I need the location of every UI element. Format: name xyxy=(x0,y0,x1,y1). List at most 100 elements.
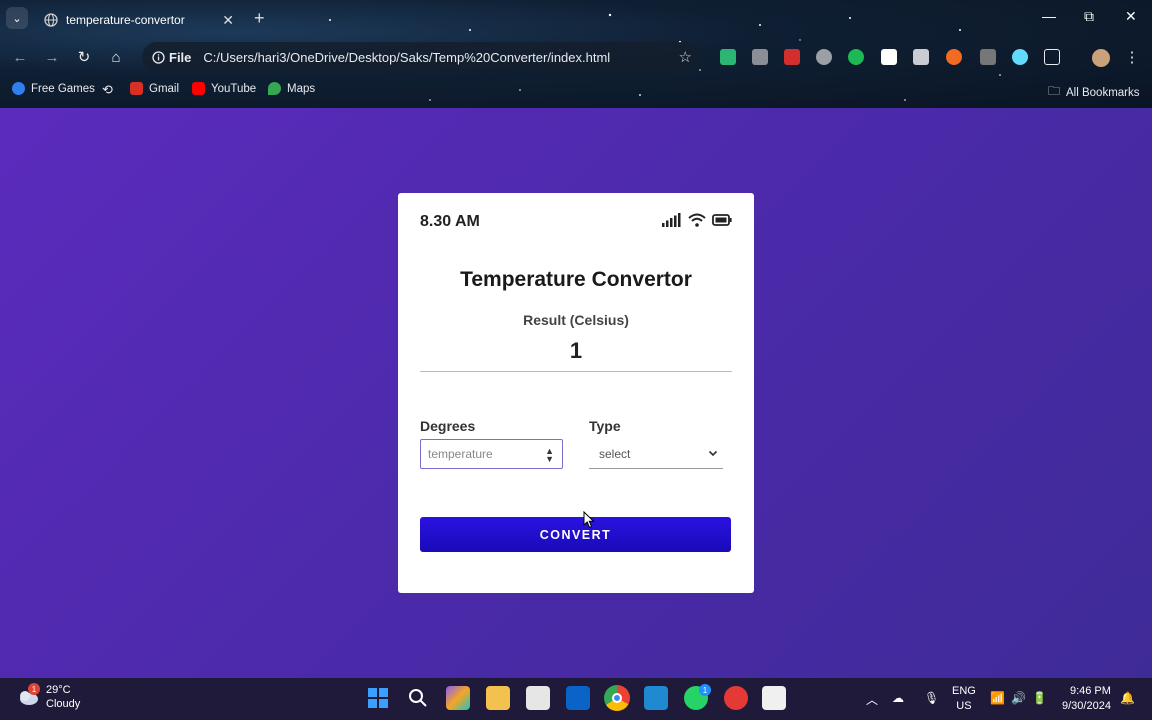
chrome-taskbar-icon[interactable] xyxy=(604,685,630,711)
history-icon[interactable]: ⟲ xyxy=(102,82,113,98)
minimize-button[interactable]: — xyxy=(1042,8,1056,24)
signal-icon xyxy=(662,213,681,227)
notification-bell-icon[interactable]: 🔔 xyxy=(1120,691,1135,705)
language-indicator[interactable]: ENG US xyxy=(952,684,976,714)
bookmark-label: Maps xyxy=(287,82,316,95)
home-button[interactable]: ⌂ xyxy=(106,47,126,67)
gmail-icon xyxy=(130,82,143,95)
lang-code: ENG xyxy=(952,685,976,697)
number-spinner-icon[interactable]: ▲ ▼ xyxy=(545,447,554,464)
planet-extension-icon[interactable] xyxy=(848,49,864,65)
bookmark-label: Gmail xyxy=(149,82,180,95)
reload-button[interactable]: ↻ xyxy=(74,47,94,67)
folder-icon: 🗀 xyxy=(1048,84,1061,98)
windows-taskbar: 29°C Cloudy 1 1 ︿ ☁ 🎙 ENG US 📶 🔊 🔋 9:46 … xyxy=(0,678,1152,720)
all-bookmarks-button[interactable]: 🗀 All Bookmarks xyxy=(1048,82,1140,103)
camera-extension-icon[interactable] xyxy=(816,49,832,65)
onedrive-cloud-icon[interactable]: ☁ xyxy=(892,691,904,705)
tab-strip: ⌄ temperature-convertor ✕ + — ⧉ ✕ xyxy=(0,0,1152,36)
outlook-icon[interactable] xyxy=(566,686,590,710)
taskbar-clock[interactable]: 9:46 PM 9/30/2024 xyxy=(1062,684,1111,714)
clock-time: 9:46 PM xyxy=(1069,685,1111,697)
extension-icon[interactable] xyxy=(752,49,768,65)
browser-chrome: ⌄ temperature-convertor ✕ + — ⧉ ✕ ← → ↻ … xyxy=(0,0,1152,108)
maps-icon xyxy=(268,82,281,95)
weather-desc: Cloudy xyxy=(46,698,81,710)
search-icon[interactable] xyxy=(406,686,430,710)
globe-icon xyxy=(44,13,58,27)
bookmark-label: YouTube xyxy=(211,82,257,95)
result-divider xyxy=(420,371,732,372)
type-select[interactable]: select xyxy=(589,439,723,469)
back-button[interactable]: ← xyxy=(10,47,30,67)
degrees-placeholder: temperature xyxy=(428,447,493,461)
lang-region: US xyxy=(956,700,972,712)
new-tab-button[interactable]: + xyxy=(254,8,265,29)
battery-icon xyxy=(712,214,732,226)
profile-avatar[interactable] xyxy=(1092,49,1110,67)
youtube-icon xyxy=(192,82,205,95)
windows-start-icon[interactable] xyxy=(366,686,390,710)
result-label: Result (Celsius) xyxy=(523,312,629,328)
status-icons xyxy=(662,213,732,227)
image-extension-icon[interactable] xyxy=(913,49,929,65)
close-window-button[interactable]: ✕ xyxy=(1125,8,1137,25)
converter-card: 8.30 AM Temperature Convertor Result (Ce… xyxy=(398,193,754,593)
chevron-down-icon xyxy=(708,450,718,457)
restore-button[interactable]: ⧉ xyxy=(1084,8,1094,25)
page-title: Temperature Convertor xyxy=(460,268,692,291)
microphone-icon[interactable]: 🎙 xyxy=(924,691,939,705)
forward-button[interactable]: → xyxy=(42,47,62,67)
shield-extension-icon[interactable] xyxy=(720,49,736,65)
weather-badge: 1 xyxy=(28,683,40,695)
bookmark-maps[interactable]: Maps xyxy=(268,82,315,95)
file-label: File xyxy=(169,49,192,65)
file-explorer-icon[interactable] xyxy=(486,686,510,710)
pdf-extension-icon[interactable] xyxy=(784,49,800,65)
tab-search-button[interactable]: ⌄ xyxy=(6,7,28,29)
bookmark-star-icon[interactable]: ☆ xyxy=(679,48,692,66)
copilot-icon[interactable] xyxy=(446,686,470,710)
react-devtools-icon[interactable] xyxy=(1012,49,1028,65)
type-selected-value: select xyxy=(599,446,631,461)
tab-title: temperature-convertor xyxy=(66,13,185,27)
youtube-music-icon[interactable] xyxy=(724,686,748,710)
weather-temp: 29°C xyxy=(46,684,71,696)
b-extension-icon[interactable] xyxy=(881,49,897,65)
vscode-icon[interactable] xyxy=(644,686,668,710)
type-label: Type xyxy=(589,418,621,434)
edge-games-icon xyxy=(12,82,25,95)
address-bar[interactable]: File C:/Users/hari3/OneDrive/Desktop/Sak… xyxy=(142,42,702,72)
browser-menu-icon[interactable]: ⋮ xyxy=(1122,47,1142,67)
show-hidden-icons-chevron-icon[interactable]: ︿ xyxy=(866,691,878,708)
wifi-tray-icon[interactable]: 📶 xyxy=(990,691,1005,705)
wifi-icon xyxy=(688,213,706,227)
weather-widget[interactable]: 29°C Cloudy xyxy=(16,683,80,711)
convert-button[interactable]: CONVERT xyxy=(420,517,731,552)
tab-temperature-convertor[interactable]: temperature-convertor ✕ xyxy=(34,4,244,36)
clock-date: 9/30/2024 xyxy=(1062,700,1111,712)
bookmarks-bar: Free Games ⟲ Gmail YouTube Maps 🗀 All Bo… xyxy=(0,80,1152,102)
bookmark-label: Free Games xyxy=(31,82,95,95)
info-icon xyxy=(152,50,165,64)
site-info-chip[interactable]: File xyxy=(152,50,191,65)
orange-extension-icon[interactable] xyxy=(946,49,962,65)
snipping-tool-icon[interactable] xyxy=(762,686,786,710)
microsoft-store-icon[interactable] xyxy=(526,686,550,710)
tab-close-icon[interactable]: ✕ xyxy=(222,12,234,29)
status-time: 8.30 AM xyxy=(420,213,480,230)
whatsapp-badge: 1 xyxy=(699,684,711,696)
degrees-label: Degrees xyxy=(420,418,476,434)
result-value: 1 xyxy=(569,338,583,363)
page-background: 8.30 AM Temperature Convertor Result (Ce… xyxy=(0,108,1152,678)
degrees-input[interactable]: temperature ▲ ▼ xyxy=(420,439,563,469)
url-text: C:/Users/hari3/OneDrive/Desktop/Saks/Tem… xyxy=(203,49,611,65)
bookmark-gmail[interactable]: Gmail xyxy=(130,82,179,95)
bookmark-youtube[interactable]: YouTube xyxy=(192,82,256,95)
volume-icon[interactable]: 🔊 xyxy=(1011,691,1026,705)
extensions-puzzle-icon[interactable] xyxy=(1044,49,1060,65)
browser-toolbar: ← → ↻ ⌂ File C:/Users/hari3/OneDrive/Des… xyxy=(0,40,1152,74)
off-extension-icon[interactable] xyxy=(980,49,996,65)
battery-tray-icon[interactable]: 🔋 xyxy=(1032,691,1047,705)
bookmark-free-games[interactable]: Free Games xyxy=(12,82,95,95)
